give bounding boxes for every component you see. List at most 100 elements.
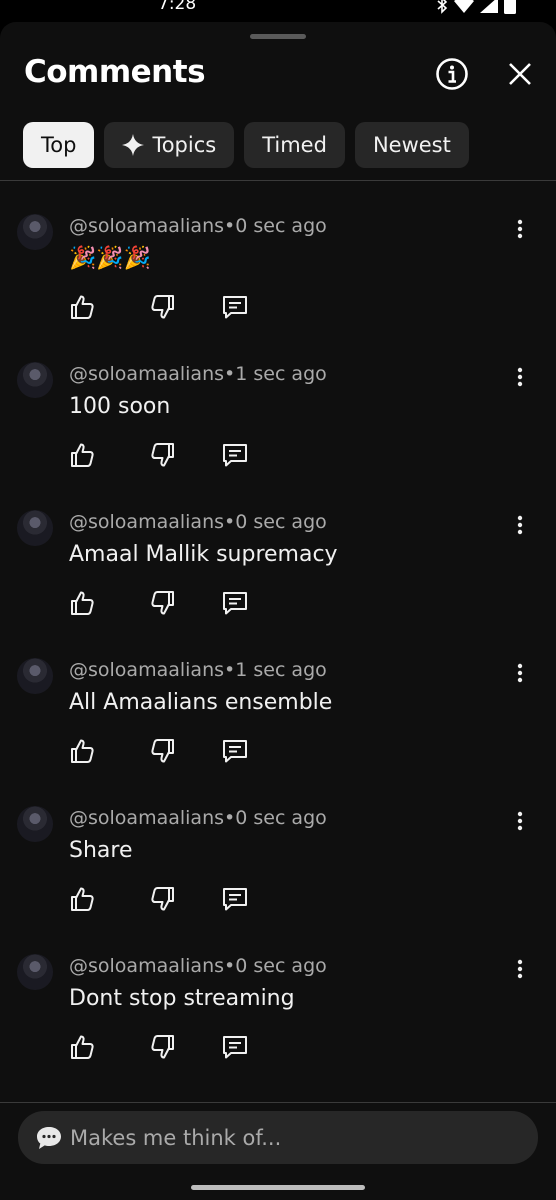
bluetooth-icon xyxy=(437,0,448,14)
info-button[interactable] xyxy=(432,54,472,94)
comment-author[interactable]: @soloamaalians xyxy=(69,511,224,533)
reply-button[interactable] xyxy=(220,294,250,324)
comment-text: All Amaalians ensemble xyxy=(69,690,333,715)
wifi-icon xyxy=(454,0,474,13)
reply-icon xyxy=(221,442,249,472)
like-button[interactable] xyxy=(67,886,97,916)
reply-button[interactable] xyxy=(220,442,250,472)
sheet-title: Comments xyxy=(24,54,206,90)
status-icons xyxy=(436,0,516,14)
thumbs-down-icon xyxy=(150,738,176,768)
like-button[interactable] xyxy=(67,590,97,620)
comment-row: @soloamaalians•0 sec ago 🎉🎉🎉 xyxy=(0,204,556,352)
thumbs-up-icon xyxy=(69,590,95,620)
signal-icon xyxy=(480,0,498,13)
like-button[interactable] xyxy=(67,294,97,324)
dislike-button[interactable] xyxy=(148,590,178,620)
chip-timed-label: Timed xyxy=(262,133,327,157)
comment-author[interactable]: @soloamaalians xyxy=(69,807,224,829)
thumbs-up-icon xyxy=(69,294,95,324)
kebab-icon xyxy=(517,515,523,539)
drag-handle[interactable] xyxy=(250,34,306,39)
more-options-button[interactable] xyxy=(508,808,532,838)
reply-button[interactable] xyxy=(220,590,250,620)
thumbs-down-icon xyxy=(150,590,176,620)
comment-text: Share xyxy=(69,838,133,863)
comment-meta: @soloamaalians•0 sec ago xyxy=(69,215,327,237)
reply-icon xyxy=(221,886,249,916)
comment-meta: @soloamaalians•1 sec ago xyxy=(69,659,327,681)
more-options-button[interactable] xyxy=(508,512,532,542)
status-bar: 7:28 xyxy=(0,0,556,22)
reply-icon xyxy=(221,294,249,324)
like-button[interactable] xyxy=(67,442,97,472)
more-options-button[interactable] xyxy=(508,216,532,246)
comment-row: @soloamaalians•1 sec ago All Amaalians en… xyxy=(0,648,556,796)
chip-newest-label: Newest xyxy=(372,133,451,157)
chip-timed[interactable]: Timed xyxy=(244,122,345,168)
chip-top[interactable]: Top xyxy=(23,122,95,168)
thumbs-up-icon xyxy=(69,1034,95,1064)
comment-text: Amaal Mallik supremacy xyxy=(69,542,338,567)
avatar[interactable] xyxy=(17,658,53,694)
comment-author[interactable]: @soloamaalians xyxy=(69,363,224,385)
dislike-button[interactable] xyxy=(148,886,178,916)
avatar[interactable] xyxy=(17,510,53,546)
status-time: 7:28 xyxy=(158,0,197,14)
chip-top-label: Top xyxy=(41,133,77,157)
meta-separator: • xyxy=(224,807,236,829)
comment-input[interactable]: Makes me think of... xyxy=(18,1111,538,1164)
comment-author[interactable]: @soloamaalians xyxy=(69,955,224,977)
thumbs-down-icon xyxy=(150,886,176,916)
reply-button[interactable] xyxy=(220,886,250,916)
meta-separator: • xyxy=(224,659,236,681)
dislike-button[interactable] xyxy=(148,1034,178,1064)
kebab-icon xyxy=(517,811,523,835)
close-button[interactable] xyxy=(500,54,540,94)
filter-chips: Top Topics Timed Newest xyxy=(23,122,469,168)
avatar[interactable] xyxy=(17,954,53,990)
meta-separator: • xyxy=(224,215,236,237)
reply-button[interactable] xyxy=(220,1034,250,1064)
gesture-nav-bar[interactable] xyxy=(191,1185,365,1190)
thumbs-up-icon xyxy=(69,738,95,768)
thumbs-down-icon xyxy=(150,294,176,324)
comment-text: 🎉🎉🎉 xyxy=(69,246,152,271)
meta-separator: • xyxy=(224,955,236,977)
chip-newest[interactable]: Newest xyxy=(354,122,469,168)
comment-author[interactable]: @soloamaalians xyxy=(69,215,224,237)
comment-author[interactable]: @soloamaalians xyxy=(69,659,224,681)
chip-topics-label: Topics xyxy=(152,133,217,157)
like-button[interactable] xyxy=(67,738,97,768)
like-button[interactable] xyxy=(67,1034,97,1064)
avatar[interactable] xyxy=(17,362,53,398)
comment-time: 0 sec ago xyxy=(235,511,327,533)
avatar[interactable] xyxy=(17,214,53,250)
comment-time: 0 sec ago xyxy=(235,955,327,977)
dislike-button[interactable] xyxy=(148,294,178,324)
comment-meta: @soloamaalians•1 sec ago xyxy=(69,363,327,385)
comment-time: 1 sec ago xyxy=(235,363,327,385)
thumbs-down-icon xyxy=(150,442,176,472)
kebab-icon xyxy=(517,367,523,391)
info-icon xyxy=(436,58,468,90)
reply-button[interactable] xyxy=(220,738,250,768)
thumbs-up-icon xyxy=(69,442,95,472)
avatar[interactable] xyxy=(17,806,53,842)
comment-row: @soloamaalians•0 sec ago xyxy=(0,1092,556,1101)
comment-time: 0 sec ago xyxy=(235,807,327,829)
comment-row: @soloamaalians•1 sec ago 100 soon xyxy=(0,352,556,500)
dislike-button[interactable] xyxy=(148,442,178,472)
kebab-icon xyxy=(517,663,523,687)
more-options-button[interactable] xyxy=(508,660,532,690)
comment-meta: @soloamaalians•0 sec ago xyxy=(69,807,327,829)
chip-topics[interactable]: Topics xyxy=(104,122,235,168)
more-options-button[interactable] xyxy=(508,956,532,986)
comment-list[interactable]: @soloamaalians•0 sec ago 🎉🎉🎉 @soloamaalian… xyxy=(0,181,556,1101)
comment-meta: @soloamaalians•0 sec ago xyxy=(69,511,327,533)
comment-row: @soloamaalians•0 sec ago Amaal Mallik sup… xyxy=(0,500,556,648)
input-divider xyxy=(0,1102,556,1103)
dislike-button[interactable] xyxy=(148,738,178,768)
reply-icon xyxy=(221,590,249,620)
more-options-button[interactable] xyxy=(508,364,532,394)
